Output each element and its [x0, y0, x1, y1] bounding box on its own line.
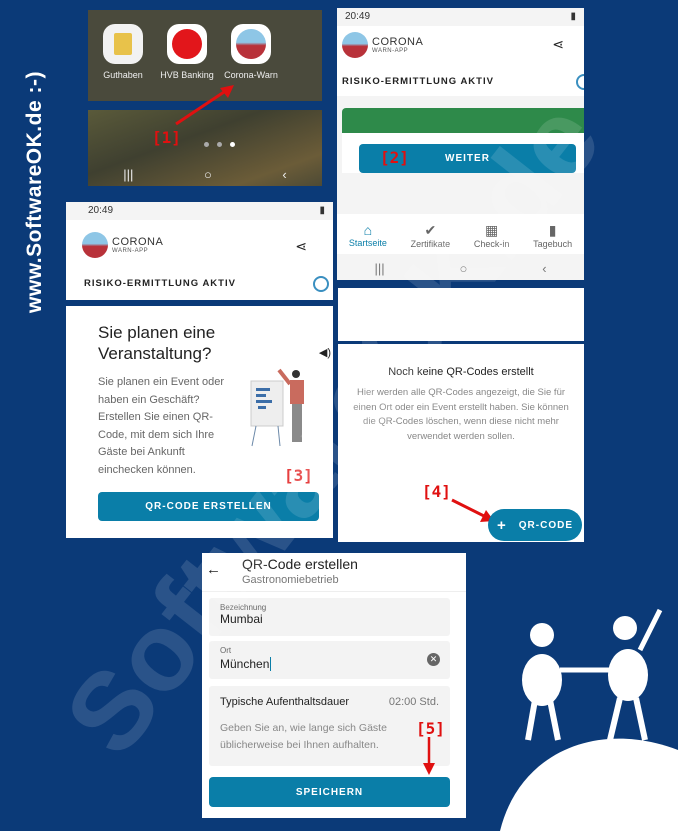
logo-title: CORONA — [112, 236, 164, 248]
event-card: Sie planen eine Veranstaltung? Sie plane… — [66, 306, 333, 538]
certificate-icon: ✔ — [424, 221, 437, 238]
qr-code-erstellen-button[interactable]: QR-CODE ERSTELLEN — [98, 492, 319, 521]
plus-icon: + — [497, 516, 507, 534]
hvb-logo-icon — [167, 24, 207, 64]
duration-value: 02:00 Std. — [388, 696, 439, 708]
arrow-1 — [175, 85, 234, 126]
fab-label: QR-CODE — [518, 519, 573, 531]
status-bar: 20:49 ▮ — [337, 8, 584, 26]
speichern-button[interactable]: SPEICHERN — [209, 777, 450, 807]
app-corona-warn[interactable]: Corona-Warn — [216, 24, 286, 80]
speaker-icon[interactable]: ◀) — [319, 346, 331, 359]
corona-warn-icon — [231, 24, 271, 64]
blank-panel — [338, 288, 584, 341]
nav-check-in[interactable]: ▦ Check-in — [474, 222, 510, 249]
form-subtitle: Gastronomiebetrieb — [242, 574, 339, 586]
duration-hint: Geben Sie an, wie lange sich Gäste üblic… — [220, 722, 387, 751]
event-description: Sie planen ein Event oder haben ein Gesc… — [98, 376, 224, 476]
status-time: 20:49 — [345, 11, 371, 22]
duration-label: Typische Aufenthaltsdauer — [220, 696, 350, 708]
share-icon[interactable]: ⋖ — [552, 36, 564, 53]
book-icon: ▮ — [548, 221, 557, 238]
nav-label: Check-in — [473, 238, 510, 249]
logo-subtitle: WARN-APP — [372, 48, 409, 54]
share-icon[interactable]: ⋖ — [295, 238, 307, 255]
marker-1: [1] — [152, 128, 181, 147]
marker-3: [3] — [284, 466, 313, 485]
app-label: Corona-Warn — [224, 70, 278, 80]
hikers-on-hill-illustration — [500, 608, 678, 831]
risk-status: RISIKO-ERMITTLUNG AKTIV — [84, 278, 236, 289]
arrow-5 — [423, 737, 435, 775]
bottom-nav: ⌂ Startseite ✔ Zertifikate ▦ Check-in ▮ Tage… — [337, 218, 584, 252]
empty-description: Hier werden alle QR-Codes angezeigt, die… — [353, 387, 569, 442]
add-qr-code-fab[interactable]: + QR-CODE — [488, 509, 582, 541]
cwa-logo: CORONA WARN-APP — [342, 32, 423, 58]
side-website-text: www.SoftwareOK.de :-) — [23, 71, 46, 313]
bezeichnung-field[interactable]: Bezeichnung Mumbai — [209, 598, 450, 636]
nav-label: Startseite — [348, 238, 387, 248]
aufenthaltsdauer-field[interactable]: Typische Aufenthaltsdauer 02:00 Std. Gebe… — [209, 686, 450, 766]
event-title: Sie planen eine Veranstaltung? — [98, 323, 216, 363]
qr-code-list: Noch keine QR-Codes erstellt Hier werden… — [338, 344, 584, 542]
logo-subtitle: WARN-APP — [112, 248, 149, 254]
back-icon[interactable]: ‹ — [282, 167, 286, 182]
status-bar: 20:49 ▮ — [66, 202, 333, 220]
field-value: München — [220, 657, 272, 671]
field-label: Ort — [220, 646, 232, 655]
sim-settings-icon — [103, 24, 143, 64]
marker-5: [5] — [416, 719, 445, 738]
logo-title: CORONA — [372, 36, 424, 48]
ort-field[interactable]: Ort München ✕ — [209, 641, 450, 679]
app-guthaben[interactable]: Guthaben — [88, 24, 158, 80]
nav-label: Zertifikate — [410, 238, 451, 249]
app-label: HVB Banking — [160, 70, 214, 80]
marker-2: [2] — [380, 148, 409, 167]
android-nav-bar: ||| ○ ‹ — [88, 164, 322, 184]
field-value: Mumbai — [220, 612, 263, 626]
page-indicator — [204, 142, 235, 147]
recents-icon[interactable]: ||| — [374, 261, 384, 276]
home-icon[interactable]: ○ — [204, 167, 212, 182]
nav-zertifikate[interactable]: ✔ Zertifikate — [411, 222, 451, 249]
marker-4: [4] — [422, 482, 451, 501]
risk-status: RISIKO-ERMITTLUNG AKTIV — [342, 76, 494, 87]
nav-label: Tagebuch — [533, 238, 573, 249]
form-title: QR-Code erstellen — [242, 556, 358, 572]
cwa-logo: CORONA WARN-APP — [82, 232, 163, 258]
house-icon: ⌂ — [363, 222, 373, 238]
cwa-header: 20:49 ▮ CORONA WARN-APP ⋖ RISIKO-ERMITTLUN… — [66, 202, 333, 300]
clear-icon[interactable]: ✕ — [427, 653, 440, 666]
home-icon[interactable]: ○ — [459, 261, 467, 276]
status-time: 20:49 — [88, 205, 114, 216]
field-label: Bezeichnung — [220, 603, 267, 612]
qr-code-form: ← QR-Code erstellen Gastronomiebetrieb B… — [202, 553, 466, 818]
back-icon[interactable]: ‹ — [542, 261, 546, 276]
android-nav-bar: ||| ○ ‹ — [337, 258, 584, 278]
risk-indicator-icon — [313, 276, 329, 292]
app-hvb-banking[interactable]: HVB Banking — [152, 24, 222, 80]
nav-startseite[interactable]: ⌂ Startseite — [349, 222, 387, 248]
empty-title: Noch keine QR-Codes erstellt — [388, 366, 534, 378]
app-label: Guthaben — [103, 70, 143, 80]
nav-tagebuch[interactable]: ▮ Tagebuch — [533, 222, 572, 249]
back-arrow-icon[interactable]: ← — [206, 561, 221, 578]
recents-icon[interactable]: ||| — [123, 167, 133, 182]
cwa-home-screen: 20:49 ▮ CORONA WARN-APP ⋖ RISIKO-ERMITTLUN… — [337, 8, 584, 280]
qr-icon: ▦ — [484, 221, 499, 238]
